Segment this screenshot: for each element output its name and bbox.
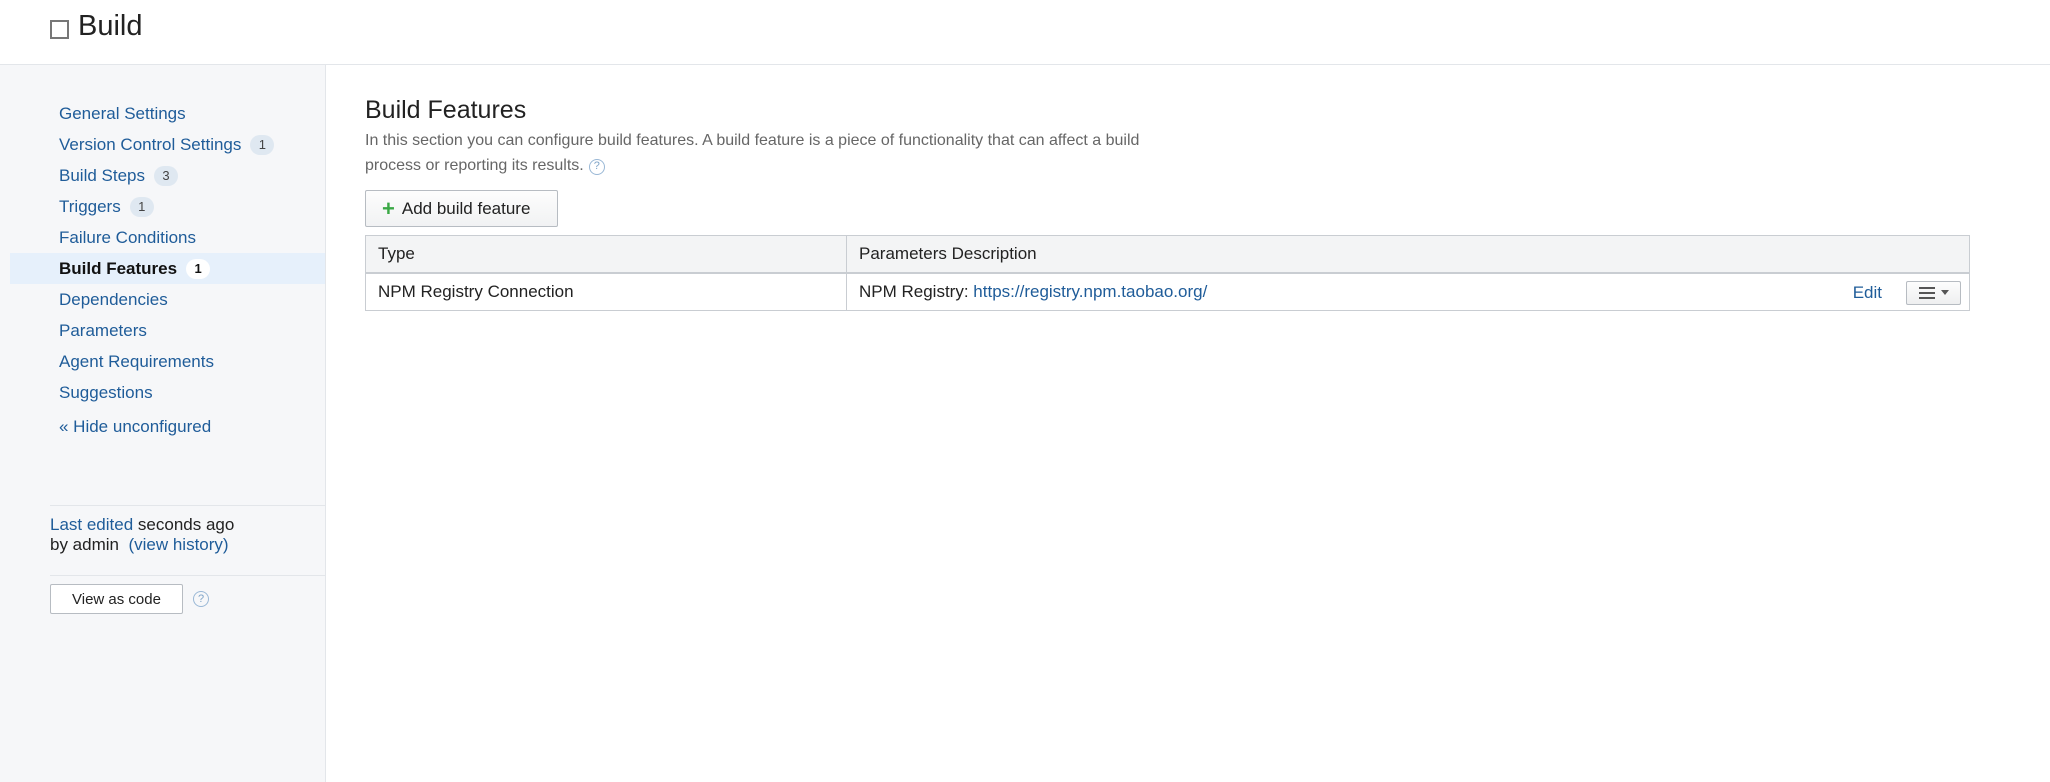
sidebar-item-parameters[interactable]: Parameters [0, 315, 325, 346]
count-badge: 1 [250, 134, 275, 155]
sidebar-item-label: Failure Conditions [59, 227, 197, 247]
plus-icon: + [382, 195, 395, 221]
row-actions-menu-button[interactable] [1906, 280, 1961, 305]
view-history-link[interactable]: view history [134, 535, 223, 554]
count-badge: 3 [154, 165, 178, 186]
count-badge: 1 [129, 196, 154, 217]
sidebar-item-label: Parameters [59, 320, 147, 340]
view-history-close: ) [222, 535, 229, 554]
sidebar-item-build-steps[interactable]: Build Steps 3 [0, 160, 325, 191]
sidebar: General Settings Version Control Setting… [0, 65, 326, 782]
section-title: Build Features [365, 96, 527, 124]
sidebar-item-dependencies[interactable]: Dependencies [0, 284, 325, 315]
feature-params-cell: NPM Registry: https://registry.npm.taoba… [846, 272, 1970, 311]
registry-url-link[interactable]: https://registry.npm.taobao.org/ [973, 282, 1207, 301]
sidebar-item-suggestions[interactable]: Suggestions [0, 377, 325, 408]
sidebar-nav: General Settings Version Control Setting… [0, 98, 325, 408]
page-title: Build [78, 10, 143, 42]
sidebar-item-label: Suggestions [59, 382, 153, 402]
table-row[interactable]: NPM Registry Connection NPM Registry: ht… [365, 272, 1970, 311]
sidebar-item-label: Agent Requirements [59, 351, 214, 371]
description-text: In this section you can configure build … [365, 132, 1140, 174]
help-circle-icon[interactable]: ? [588, 158, 605, 175]
edited-by: by admin [50, 535, 119, 554]
add-build-feature-label: Add build feature [401, 198, 531, 218]
view-as-code-button[interactable]: View as code [50, 584, 183, 614]
sidebar-item-general-settings[interactable]: General Settings [0, 98, 325, 129]
table-header-row: Type Parameters Description [365, 235, 1970, 274]
sidebar-item-version-control-settings[interactable]: Version Control Settings 1 [0, 129, 325, 160]
param-label: NPM Registry: [859, 281, 974, 301]
list-icon [1918, 286, 1935, 299]
sidebar-item-agent-requirements[interactable]: Agent Requirements [0, 346, 325, 377]
caret-down-icon [1940, 290, 1949, 295]
column-header-type: Type [365, 235, 847, 274]
help-circle-icon[interactable]: ? [193, 591, 209, 607]
sidebar-item-label: Build Steps [59, 165, 145, 185]
sidebar-item-label: Build Features [59, 258, 178, 278]
sidebar-item-label: Triggers [59, 196, 121, 216]
divider [50, 505, 325, 506]
sidebar-item-build-features[interactable]: Build Features 1 [10, 253, 325, 284]
page-header: Build [0, 0, 2050, 65]
last-edited-time: seconds ago [137, 515, 235, 534]
sidebar-item-failure-conditions[interactable]: Failure Conditions [0, 222, 325, 253]
sidebar-item-label: Dependencies [59, 289, 168, 309]
edit-link[interactable]: Edit [1853, 283, 1882, 303]
section-description: In this section you can configure build … [365, 128, 1195, 178]
build-features-table: Type Parameters Description NPM Registry… [365, 235, 1970, 311]
add-build-feature-button[interactable]: + Add build feature [365, 190, 558, 227]
last-edited-link[interactable]: Last edited [50, 515, 133, 534]
divider [50, 575, 325, 576]
sidebar-item-triggers[interactable]: Triggers 1 [0, 191, 325, 222]
sidebar-item-label: General Settings [59, 103, 186, 123]
square-icon [50, 20, 69, 39]
last-edited-info: Last edited seconds ago by admin (view h… [50, 515, 234, 555]
count-badge: 1 [186, 258, 211, 279]
hide-unconfigured-link[interactable]: « Hide unconfigured [59, 417, 211, 437]
feature-type-cell: NPM Registry Connection [365, 272, 847, 311]
column-header-parameters: Parameters Description [846, 235, 1970, 274]
sidebar-item-label: Version Control Settings [59, 134, 242, 154]
